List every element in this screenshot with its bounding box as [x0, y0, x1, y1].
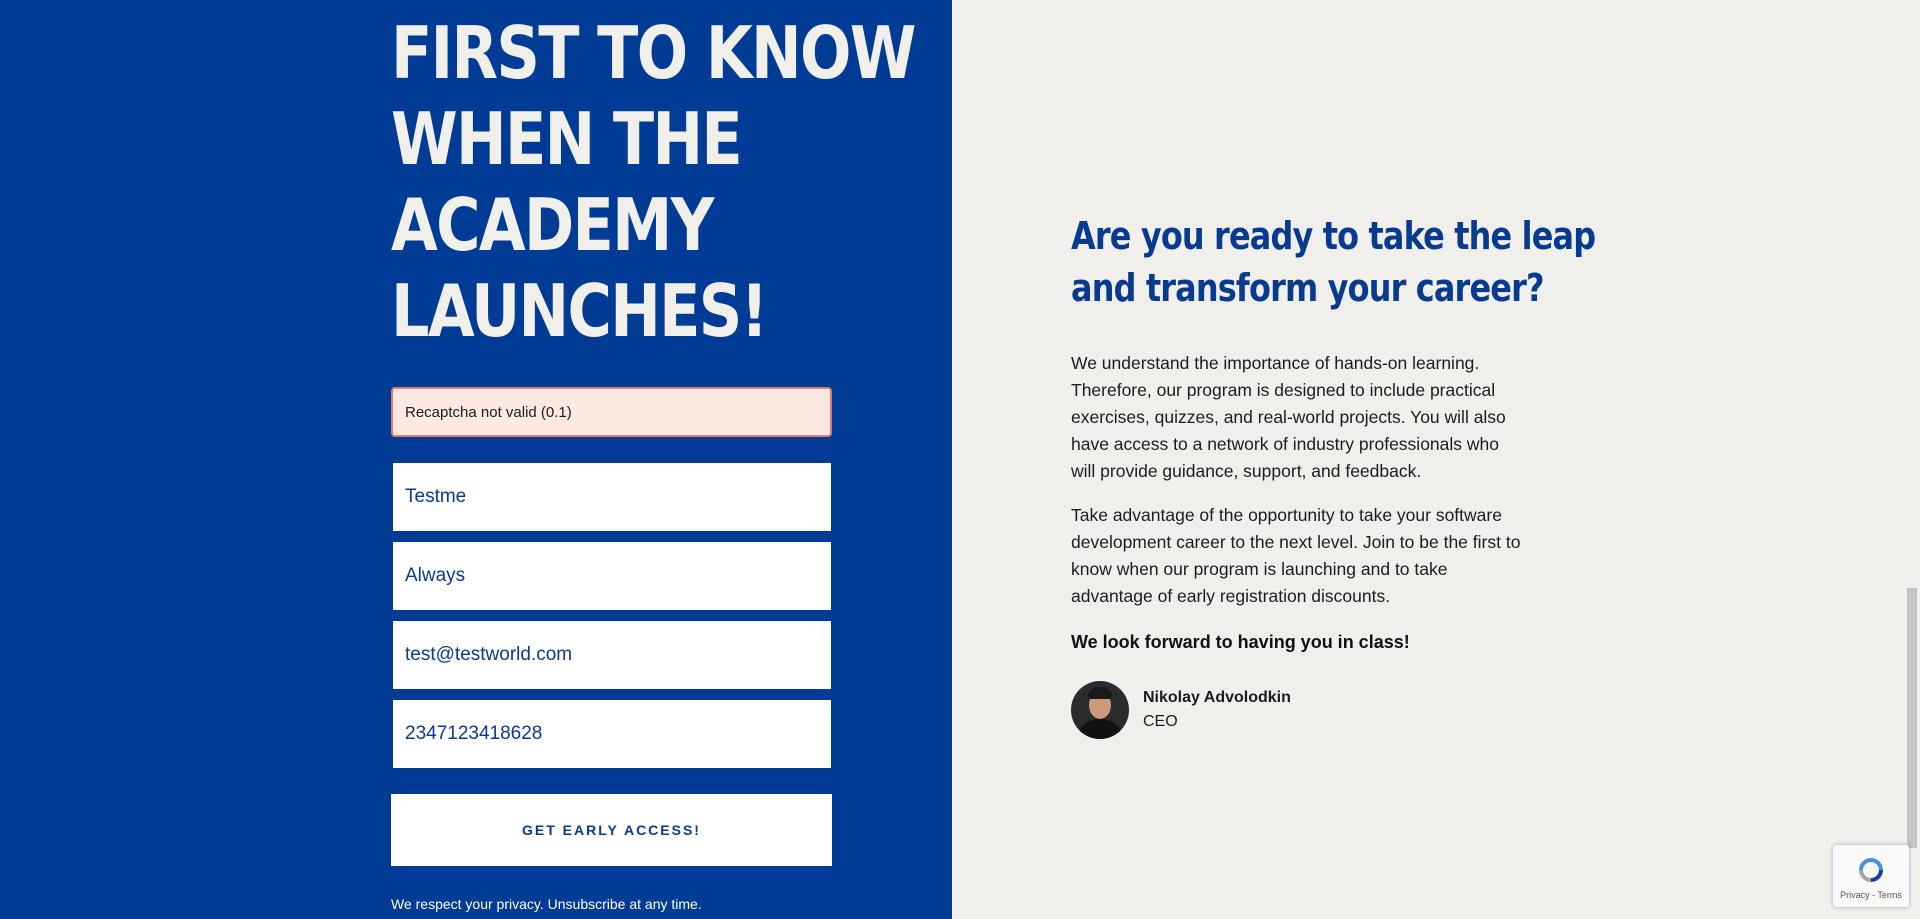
recaptcha-terms[interactable]: Privacy - Terms — [1833, 890, 1909, 900]
headline-line-2: WHEN THE — [391, 97, 743, 181]
last-name-field[interactable]: Always — [393, 542, 831, 610]
info-title-line-1: Are you ready to take the leap — [1071, 214, 1596, 258]
headline-line-4: LAUNCHES! — [391, 269, 768, 353]
headline-line-3: ACADEMY — [391, 183, 714, 267]
recaptcha-badge[interactable]: Privacy - Terms — [1833, 845, 1909, 907]
recaptcha-icon — [1859, 858, 1883, 882]
email-field[interactable]: test@testworld.com — [393, 621, 831, 689]
privacy-note: We respect your privacy. Unsubscribe at … — [391, 896, 702, 912]
author-block: Nikolay Advolodkin CEO — [1071, 681, 1291, 739]
author-role: CEO — [1143, 713, 1178, 730]
scrollbar-thumb[interactable] — [1907, 588, 1917, 848]
author-name: Nikolay Advolodkin — [1143, 689, 1291, 706]
author-info: Nikolay Advolodkin CEO — [1143, 686, 1291, 734]
recaptcha-error-message: Recaptcha not valid (0.1) — [391, 387, 832, 437]
phone-field[interactable]: 2347123418628 — [393, 700, 831, 768]
closing-statement: We look forward to having you in class! — [1071, 632, 1410, 652]
page-headline: FIRST TO KNOW WHEN THE ACADEMY LAUNCHES! — [391, 10, 916, 354]
info-title-line-2: and transform your career? — [1071, 266, 1544, 310]
info-paragraph-2: Take advantage of the opportunity to tak… — [1071, 505, 1521, 606]
info-paragraph-1: We understand the importance of hands-on… — [1071, 353, 1506, 481]
first-name-field[interactable]: Testme — [393, 463, 831, 531]
get-early-access-button[interactable]: GET EARLY ACCESS! — [391, 794, 832, 866]
info-title: Are you ready to take the leap and trans… — [1071, 210, 1596, 314]
headline-line-1: FIRST TO KNOW — [391, 11, 916, 95]
author-avatar — [1071, 681, 1129, 739]
